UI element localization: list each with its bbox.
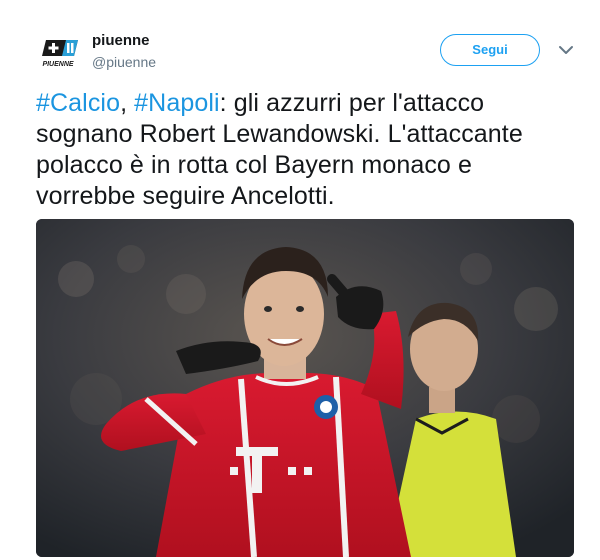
hashtag-calcio[interactable]: #Calcio [36, 89, 120, 117]
chevron-down-icon[interactable] [556, 40, 576, 60]
tweet-photo[interactable] [36, 219, 574, 557]
piuenne-logo-icon: PIUENNE [42, 40, 78, 68]
avatar[interactable]: PIUENNE [36, 34, 80, 70]
hashtag-napoli[interactable]: #Napoli [134, 89, 219, 117]
tweet-card: PIUENNE piuenne @piuenne Segui #Calcio, … [0, 0, 600, 560]
tweet-separator: , [120, 89, 135, 117]
handle[interactable]: @piuenne [92, 53, 156, 71]
follow-button[interactable]: Segui [440, 34, 540, 66]
tweet-header: PIUENNE piuenne @piuenne Segui [36, 30, 586, 74]
display-name[interactable]: piuenne [92, 32, 156, 50]
author-info[interactable]: piuenne @piuenne [92, 32, 156, 71]
tweet-text: #Calcio, #Napoli: gli azzurri per l'atta… [36, 88, 576, 212]
logo-text: PIUENNE [42, 61, 73, 68]
player-photo [36, 219, 574, 557]
